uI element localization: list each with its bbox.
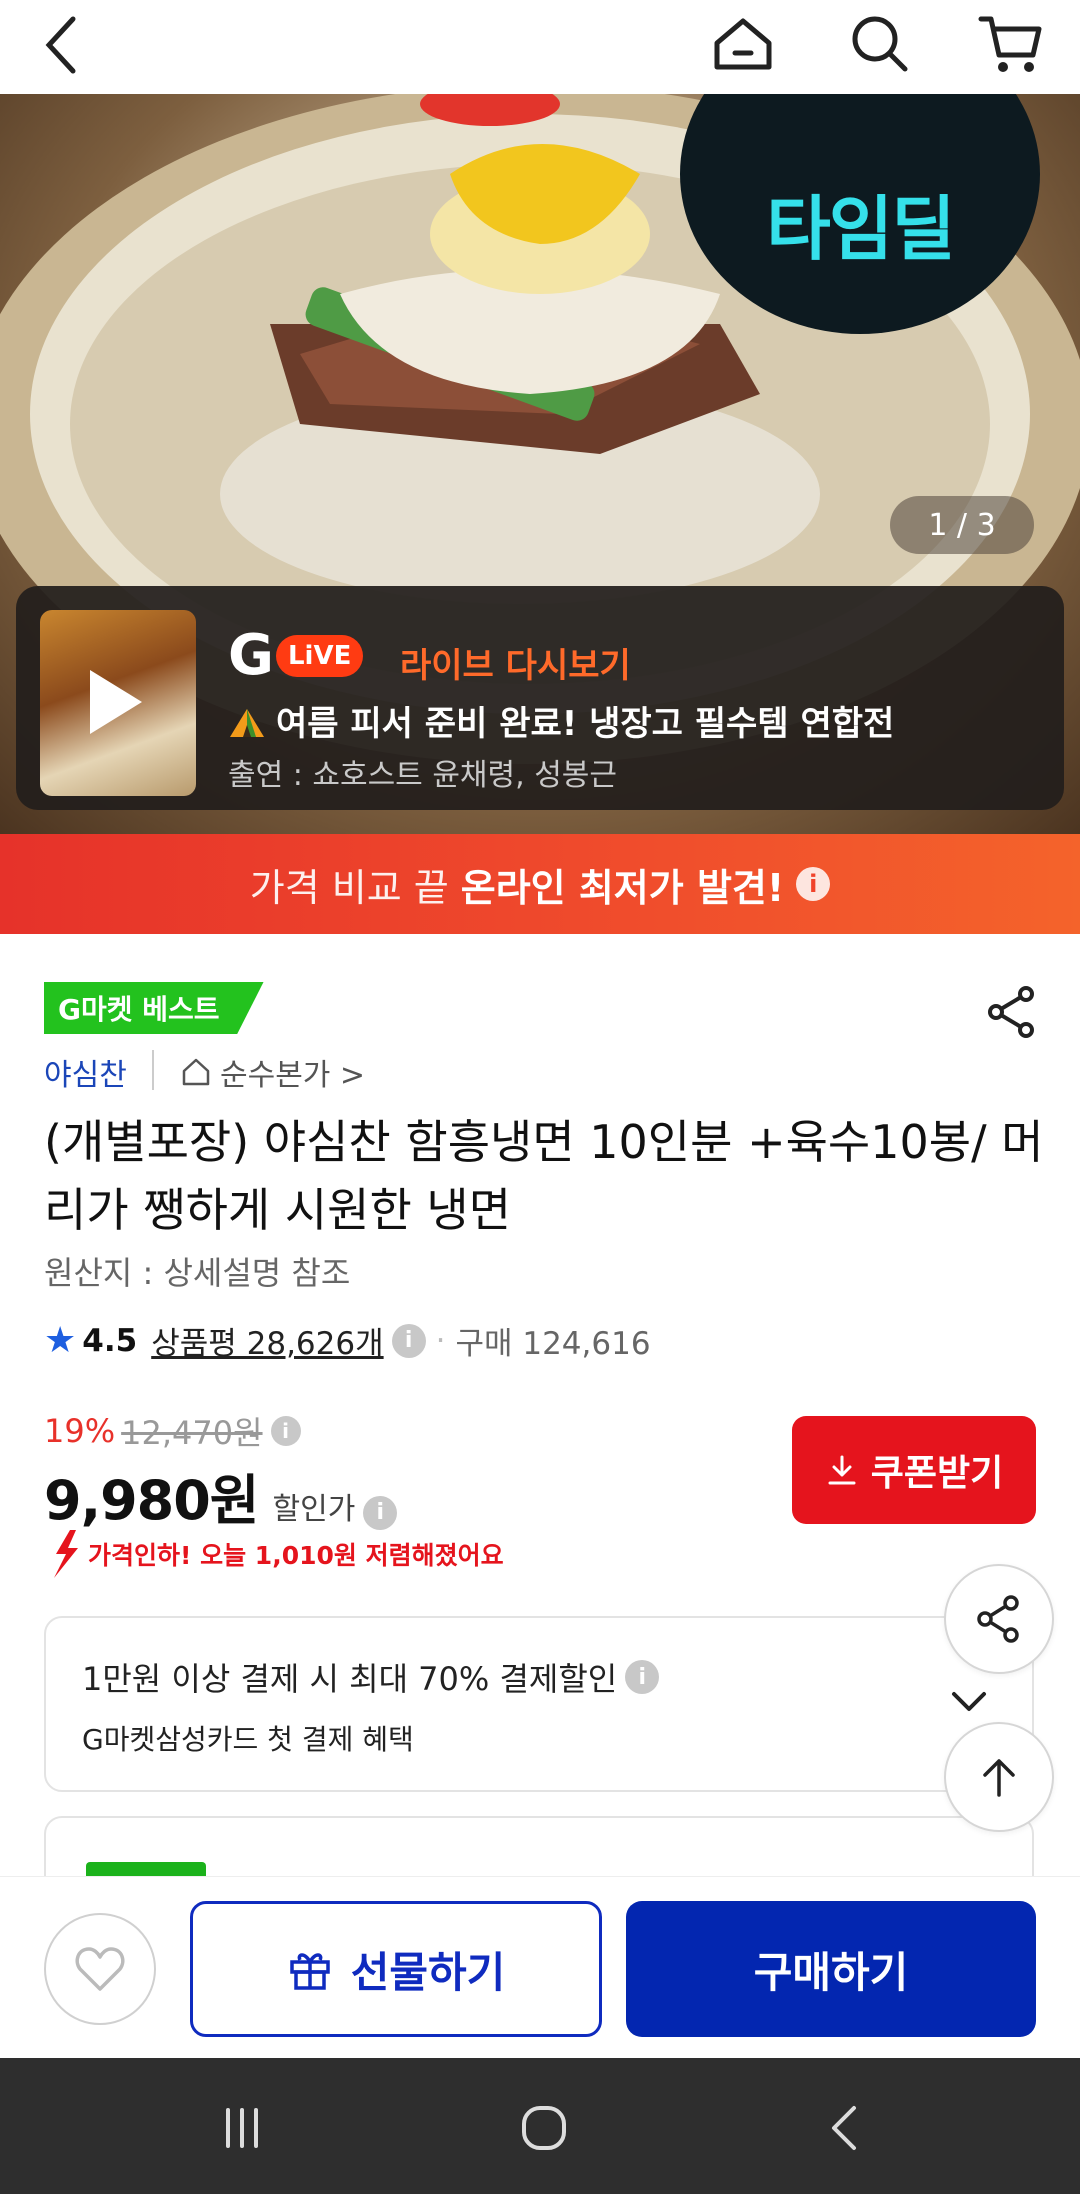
- original-price: 12,470원: [121, 1414, 263, 1452]
- chevron-down-icon[interactable]: [946, 1678, 992, 1724]
- banner-highlight: 온라인 최저가 발견!: [460, 865, 785, 910]
- info-icon[interactable]: i: [625, 1660, 660, 1694]
- price-down-arrow-icon: [54, 1530, 78, 1578]
- star-icon: ★: [44, 1320, 77, 1361]
- gift-button[interactable]: 선물하기: [190, 1901, 602, 2037]
- heart-icon: [75, 1947, 125, 1991]
- floating-share-button[interactable]: [944, 1564, 1054, 1674]
- image-pager: 1 / 3: [890, 496, 1034, 554]
- lowest-price-banner[interactable]: 가격 비교 끝 온라인 최저가 발견! i: [0, 834, 1080, 934]
- live-title: 여름 피서 준비 완료! 냉장고 필수템 연합전: [228, 696, 894, 745]
- live-replay-card[interactable]: G LiVE 라이브 다시보기 여름 피서 준비 완료! 냉장고 필수템 연합전…: [16, 586, 1064, 810]
- separator-dot: ·: [435, 1322, 446, 1359]
- info-icon[interactable]: i: [796, 867, 831, 901]
- brand-link[interactable]: 순수본가 >: [180, 1050, 365, 1094]
- purchase-count: 구매 124,616: [455, 1326, 651, 1362]
- tent-icon: [230, 709, 264, 737]
- live-replay-label: 라이브 다시보기: [400, 646, 631, 686]
- share-icon[interactable]: [984, 984, 1040, 1040]
- seller-name[interactable]: 야심찬: [44, 1050, 127, 1094]
- review-count-link[interactable]: 상품평 28,626개: [151, 1318, 383, 1363]
- discount-row: 19% 12,470원 i: [44, 1408, 301, 1454]
- download-icon: [828, 1455, 856, 1485]
- home-icon: [182, 1058, 210, 1086]
- product-image-carousel[interactable]: 타임딜 1 / 3 G LiVE 라이브 다시보기 여름 피서 준비 완료! 냉…: [0, 94, 1080, 834]
- origin-text: 원산지 : 상세설명 참조: [44, 1254, 351, 1292]
- discount-percent: 19%: [44, 1412, 116, 1450]
- benefit-detail: G마켓삼성카드 첫 결제 혜택: [82, 1723, 414, 1756]
- product-title: (개별포장) 야심찬 함흥냉면 10인분 +육수10봉/ 머리가 쨍하게 시원한…: [44, 1115, 1044, 1237]
- benefit-headline: 1만원 이상 결제 시 최대 70% 결제할인 i: [82, 1654, 660, 1700]
- payment-benefit-card[interactable]: 1만원 이상 결제 시 최대 70% 결제할인 i G마켓삼성카드 첫 결제 혜택: [44, 1616, 1034, 1792]
- rating-row: ★ 4.5 상품평 28,626개 i · 구매 124,616: [44, 1318, 651, 1363]
- rating-score: 4.5: [82, 1322, 138, 1359]
- share-icon: [977, 1595, 1019, 1643]
- scroll-top-button[interactable]: [944, 1722, 1054, 1832]
- best-badge: G마켓 베스트: [44, 982, 264, 1034]
- banner-text: 가격 비교 끝: [249, 865, 449, 910]
- divider: [152, 1050, 154, 1090]
- gift-icon: [289, 1953, 330, 1990]
- wishlist-button[interactable]: [44, 1913, 156, 2025]
- recent-apps-icon[interactable]: [202, 2088, 282, 2168]
- system-nav-bar: [0, 2058, 1080, 2194]
- sale-price: 9,980원: [44, 1469, 259, 1532]
- arrow-up-icon: [983, 1759, 1015, 1797]
- live-host: 출연 : 쇼호스트 윤채령, 성봉근: [228, 758, 617, 793]
- info-icon[interactable]: i: [363, 1495, 398, 1530]
- search-icon[interactable]: [834, 0, 924, 90]
- home-nav-icon[interactable]: [504, 2088, 584, 2168]
- purchase-action-bar: 선물하기 구매하기: [0, 1876, 1080, 2058]
- sale-price-label: 할인가: [272, 1492, 356, 1527]
- top-bar: [0, 0, 1080, 94]
- info-icon[interactable]: i: [391, 1323, 426, 1358]
- price-drop-notice: 가격인하! 오늘 1,010원 저렴해졌어요: [44, 1530, 504, 1578]
- play-icon: [90, 670, 142, 734]
- cart-icon[interactable]: [966, 0, 1056, 90]
- back-icon[interactable]: [20, 0, 110, 90]
- info-icon[interactable]: i: [270, 1416, 301, 1446]
- home-icon[interactable]: [698, 0, 788, 90]
- back-nav-icon[interactable]: [806, 2088, 886, 2168]
- live-thumbnail[interactable]: [40, 610, 196, 796]
- price-row: 9,980원 할인가 i: [44, 1456, 398, 1535]
- coupon-button[interactable]: 쿠폰받기: [792, 1416, 1036, 1524]
- buy-button[interactable]: 구매하기: [626, 1901, 1036, 2037]
- glive-logo: G LiVE: [228, 628, 364, 684]
